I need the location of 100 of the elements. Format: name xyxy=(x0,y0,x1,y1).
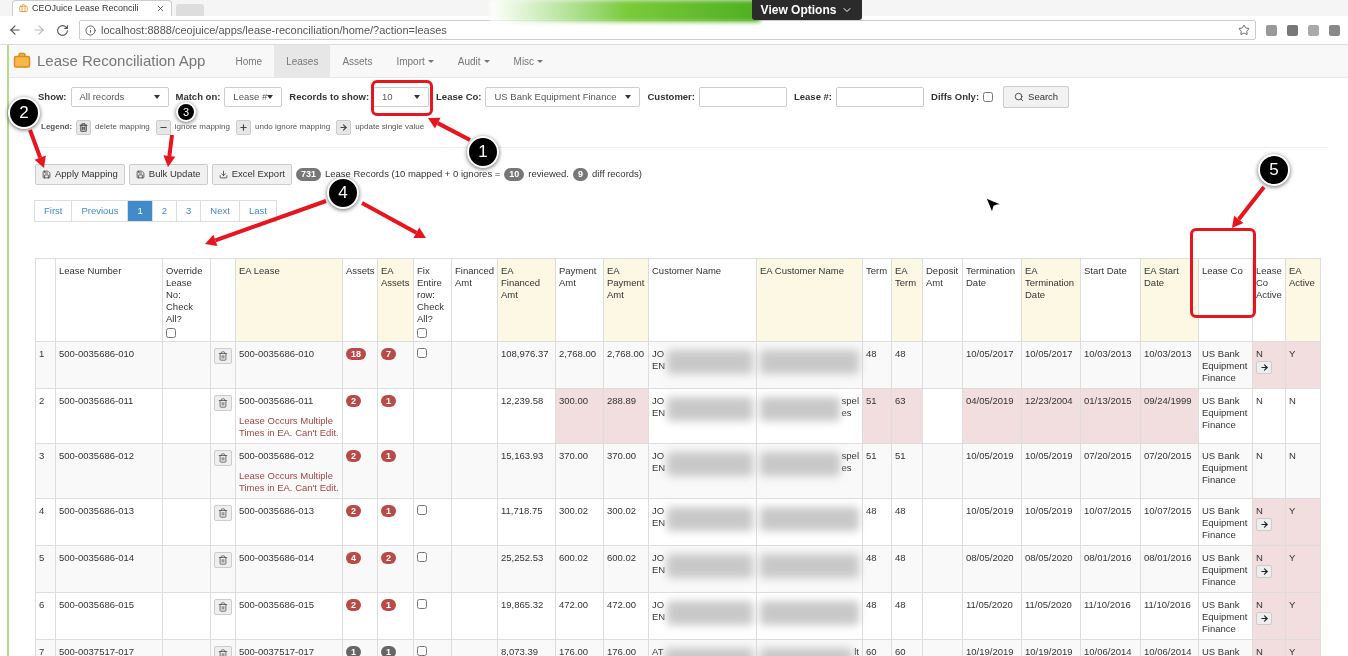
table-cell: 2,768.00 xyxy=(603,341,649,389)
extension-icon[interactable] xyxy=(1287,24,1298,36)
table-cell: 600.02 xyxy=(555,545,604,593)
close-icon[interactable] xyxy=(156,4,165,13)
column-label: EA Active xyxy=(1289,265,1316,289)
arrow xyxy=(1232,185,1266,228)
caret-icon xyxy=(537,59,544,63)
delete-button[interactable] xyxy=(214,348,232,364)
lease-number: 500-0035686-013 xyxy=(239,505,315,517)
checkbox[interactable] xyxy=(417,505,427,515)
action-button[interactable]: Bulk Update xyxy=(128,164,208,185)
nav-item[interactable]: Import xyxy=(384,45,446,77)
nav-item[interactable]: Audit xyxy=(445,45,502,77)
customer-name-fragment: JO EN xyxy=(652,552,666,577)
extension-icon[interactable] xyxy=(1266,24,1277,36)
table-cell: 300.02 xyxy=(555,498,604,546)
nav-item[interactable]: Home xyxy=(223,45,275,77)
action-button[interactable]: Apply Mapping xyxy=(35,164,125,185)
checkbox[interactable] xyxy=(417,328,427,338)
delete-button[interactable] xyxy=(214,599,232,615)
checkbox[interactable] xyxy=(417,552,427,562)
legend-text: delete mapping xyxy=(95,121,150,133)
extension-icon[interactable] xyxy=(1308,24,1319,36)
table-cell: 08/05/2020 xyxy=(1021,545,1081,593)
status-text: N xyxy=(1256,450,1264,462)
view-options-button[interactable]: View Options xyxy=(752,0,862,20)
action-button[interactable]: Excel Export xyxy=(211,164,292,185)
page-link[interactable]: 2 xyxy=(151,200,178,222)
page-link[interactable]: 1 xyxy=(127,200,153,222)
page-link[interactable]: Previous xyxy=(71,200,129,222)
caret-icon xyxy=(153,95,160,99)
checkbox[interactable] xyxy=(417,348,427,358)
checkbox[interactable] xyxy=(417,646,427,656)
column-label: Lease Number xyxy=(59,265,123,277)
update-button[interactable] xyxy=(1256,361,1272,374)
table-cell: 1 xyxy=(35,341,56,389)
extension-icon[interactable] xyxy=(1329,24,1340,36)
nav-item[interactable]: Leases xyxy=(274,45,331,77)
update-button[interactable] xyxy=(1256,565,1272,578)
page-link[interactable]: Last xyxy=(238,200,277,222)
table-cell: N xyxy=(1285,443,1321,499)
delete-button[interactable] xyxy=(214,450,232,466)
warning-text: Lease Occurs Multiple Times in EA. Can't Edit. xyxy=(239,470,339,494)
arrow-icon xyxy=(1259,567,1269,576)
dropdown[interactable]: 10 xyxy=(373,87,430,107)
caret-icon xyxy=(427,59,434,63)
reload-icon[interactable] xyxy=(56,23,69,37)
filter-label: Lease #: xyxy=(794,89,832,104)
callout-number-badge: 4 xyxy=(327,177,359,209)
customer-name-fragment: JO EN xyxy=(652,599,666,624)
dropdown[interactable]: All records xyxy=(70,87,169,107)
delete-button[interactable] xyxy=(214,505,232,521)
checkbox[interactable] xyxy=(983,92,994,102)
dropdown[interactable]: Lease # xyxy=(224,87,283,107)
count-badge: 10 xyxy=(504,168,525,181)
search-icon xyxy=(1014,92,1025,102)
page-link[interactable]: 3 xyxy=(176,200,202,222)
callout-number-badge: 1 xyxy=(467,136,499,168)
star-icon[interactable] xyxy=(1238,24,1250,36)
page-link[interactable]: First xyxy=(34,200,73,222)
update-button[interactable] xyxy=(1256,612,1272,625)
browser-tab[interactable]: CEOJuice Lease Reconcili xyxy=(12,0,172,16)
url-field[interactable]: localhost:8888/ceojuice/apps/lease-reconciliation/home/?action=leases xyxy=(79,20,1256,40)
checkbox[interactable] xyxy=(417,599,427,609)
count-badge: 4 xyxy=(346,552,361,564)
lease-number: 500-0037517-017 xyxy=(239,646,315,656)
arrow xyxy=(28,129,46,168)
legend-text: ignore mapping xyxy=(174,121,230,133)
input-field[interactable] xyxy=(699,87,787,107)
warning-text: Lease Occurs Multiple Times in EA. Can't Edit. xyxy=(239,415,339,439)
column-label: Customer Name xyxy=(652,265,723,277)
filter-label: Customer: xyxy=(647,89,695,104)
page-link[interactable]: Next xyxy=(200,200,240,222)
highlight-frame xyxy=(371,80,433,116)
dropdown[interactable]: US Bank Equipment Finance xyxy=(485,87,641,107)
search-button[interactable]: Search xyxy=(1003,86,1070,108)
back-icon[interactable] xyxy=(8,23,22,37)
delete-button[interactable] xyxy=(214,395,232,411)
trash-icon xyxy=(218,555,228,565)
tab-title: CEOJuice Lease Reconcili xyxy=(32,1,139,15)
nav-item[interactable]: Misc xyxy=(501,45,556,77)
favicon-icon xyxy=(19,4,28,13)
table-cell: 10/07/2015 xyxy=(1140,498,1199,546)
table-cell: US Bank Equipment Finance xyxy=(1198,443,1253,499)
table-cell: 07/20/2015 xyxy=(1080,443,1141,499)
checkbox[interactable] xyxy=(166,328,176,338)
count-badge: 731 xyxy=(295,168,321,181)
callout-number-badge: 3 xyxy=(176,102,196,122)
app-title[interactable]: Lease Reconciliation App xyxy=(37,49,206,73)
column-label: Payment Amt xyxy=(559,265,598,289)
table-cell: 11/05/2020 xyxy=(962,592,1022,640)
column-label: Fix Entire row: Check All? xyxy=(417,265,445,325)
nav-item[interactable]: Assets xyxy=(330,45,385,77)
update-button[interactable] xyxy=(1256,518,1272,531)
column-label: Lease Co xyxy=(1202,265,1244,277)
delete-button[interactable] xyxy=(214,552,232,568)
arrow-icon xyxy=(1259,614,1269,623)
trash-icon xyxy=(218,602,228,612)
input-field[interactable] xyxy=(836,87,924,107)
legend-text: update single value xyxy=(355,121,425,133)
